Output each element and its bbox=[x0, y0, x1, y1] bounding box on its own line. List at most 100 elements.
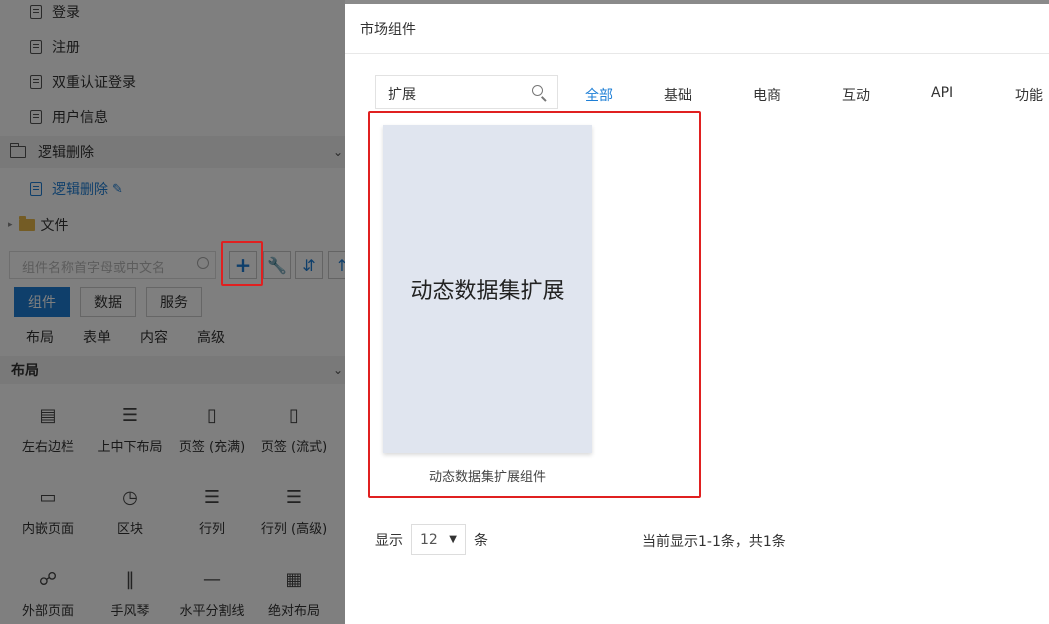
sort-button[interactable]: ⇵ bbox=[295, 251, 323, 279]
component-embed-page[interactable]: ▭ 内嵌页面 bbox=[7, 484, 89, 538]
market-components-dialog: 市场组件 扩展 全部 基础 电商 互动 API 功能 动态数据集扩展 动态数据集… bbox=[345, 4, 1049, 624]
add-button-highlight bbox=[221, 241, 263, 286]
chevron-down-icon[interactable]: ⌄ bbox=[333, 363, 343, 377]
block-icon: ◷ bbox=[122, 486, 138, 508]
component-tab-flow[interactable]: ▯ 页签 (流式) bbox=[253, 402, 335, 456]
tree-item-label: 注册 bbox=[52, 40, 80, 56]
wrench-button[interactable]: 🔧 bbox=[263, 251, 291, 279]
dialog-title: 市场组件 bbox=[360, 21, 416, 38]
tab-services[interactable]: 服务 bbox=[146, 287, 202, 317]
subtab-content[interactable]: 内容 bbox=[140, 327, 168, 347]
group-label: 逻辑删除 bbox=[38, 145, 94, 161]
stack-layout-icon: ☰ bbox=[121, 404, 139, 426]
category-api[interactable]: API bbox=[931, 85, 953, 101]
category-ecommerce[interactable]: 电商 bbox=[753, 85, 781, 105]
component-rows[interactable]: ☰ 行列 bbox=[171, 484, 253, 538]
component-label: 上中下布局 bbox=[97, 440, 163, 455]
caret-right-icon[interactable]: ▸ bbox=[8, 220, 13, 230]
page-size-value: 12 bbox=[420, 531, 438, 548]
tree-item-label: 登录 bbox=[52, 5, 80, 21]
wrench-icon: 🔧 bbox=[267, 255, 287, 275]
category-interaction[interactable]: 互动 bbox=[842, 85, 870, 105]
arrow-up-icon: ↑ bbox=[335, 255, 345, 275]
tab-data[interactable]: 数据 bbox=[80, 287, 136, 317]
tree-item-label: 双重认证登录 bbox=[52, 75, 136, 91]
subtab-layout[interactable]: 布局 bbox=[26, 327, 54, 347]
pagination: 显示 12 ▼ 条 bbox=[375, 524, 488, 555]
component-left-right-sidebar[interactable]: ▤ 左右边栏 bbox=[7, 402, 89, 456]
page-size-label: 显示 bbox=[375, 532, 403, 549]
component-sidebar: 登录 注册 双重认证登录 用户信息 逻辑删除 ⌄ 逻辑删除 ✎ ▸ 文件 组件名… bbox=[0, 0, 345, 624]
rows-advanced-icon: ☰ bbox=[285, 486, 303, 508]
sort-icon: ⇵ bbox=[302, 255, 316, 275]
component-rows-advanced[interactable]: ☰ 行列 (高级) bbox=[253, 484, 335, 538]
component-label: 行列 (高级) bbox=[260, 522, 328, 537]
component-search-input[interactable]: 组件名称首字母或中文名 bbox=[9, 251, 216, 279]
market-search-input[interactable]: 扩展 bbox=[375, 75, 558, 109]
component-label: 行列 bbox=[198, 522, 225, 537]
chevron-down-icon[interactable]: ⌄ bbox=[333, 145, 343, 159]
grid-icon: ▦ bbox=[285, 568, 303, 590]
component-label: 内嵌页面 bbox=[21, 522, 74, 537]
folder-icon bbox=[18, 216, 35, 231]
component-stack-layout[interactable]: ☰ 上中下布局 bbox=[89, 402, 171, 456]
folder-label: 文件 bbox=[40, 218, 69, 234]
accordion-icon: ‖ bbox=[125, 568, 135, 590]
tree-item-login[interactable]: 登录 bbox=[30, 1, 80, 23]
tree-item-label: 逻辑删除 bbox=[52, 182, 108, 198]
component-label: 手风琴 bbox=[110, 604, 150, 619]
page-icon bbox=[30, 110, 42, 124]
divider-icon: — bbox=[203, 568, 221, 590]
tree-item-user-info[interactable]: 用户信息 bbox=[30, 106, 108, 128]
tab-flow-icon: ▯ bbox=[289, 404, 299, 426]
sidebar-layout-icon: ▤ bbox=[39, 404, 57, 426]
globe-icon: ☍ bbox=[38, 568, 58, 590]
page-icon bbox=[30, 182, 42, 196]
folder-icon bbox=[10, 143, 26, 158]
tab-components[interactable]: 组件 bbox=[14, 287, 70, 317]
search-icon[interactable] bbox=[532, 85, 543, 96]
component-external-page[interactable]: ☍ 外部页面 bbox=[7, 566, 89, 620]
tree-item-2fa-login[interactable]: 双重认证登录 bbox=[30, 71, 136, 93]
search-placeholder: 组件名称首字母或中文名 bbox=[22, 261, 166, 276]
tree-item-label: 用户信息 bbox=[52, 110, 108, 126]
sub-tabs: 布局 表单 内容 高级 bbox=[26, 327, 225, 347]
category-basic[interactable]: 基础 bbox=[664, 85, 692, 105]
folder-files[interactable]: ▸ 文件 bbox=[8, 214, 69, 236]
component-block[interactable]: ◷ 区块 bbox=[89, 484, 171, 538]
category-function[interactable]: 功能 bbox=[1015, 85, 1043, 105]
component-label: 左右边栏 bbox=[21, 440, 74, 455]
page-size-select[interactable]: 12 ▼ bbox=[411, 524, 466, 555]
page-icon bbox=[30, 5, 42, 19]
page-summary: 当前显示1-1条，共1条 bbox=[642, 534, 786, 550]
tree-item-logical-delete[interactable]: 逻辑删除 ✎ bbox=[30, 178, 123, 200]
component-card[interactable]: 动态数据集扩展 bbox=[383, 125, 592, 453]
component-label: 水平分割线 bbox=[179, 604, 245, 619]
embed-page-icon: ▭ bbox=[39, 486, 57, 508]
component-label: 区块 bbox=[116, 522, 143, 537]
section-layout[interactable]: 布局 ⌄ bbox=[0, 356, 345, 384]
category-all[interactable]: 全部 bbox=[585, 85, 613, 105]
component-label: 绝对布局 bbox=[267, 604, 320, 619]
card-title: 动态数据集扩展 bbox=[410, 279, 565, 304]
sidebar-tabs: 组件 数据 服务 bbox=[14, 287, 202, 317]
rows-icon: ☰ bbox=[203, 486, 221, 508]
search-icon bbox=[197, 257, 209, 269]
component-label: 外部页面 bbox=[21, 604, 74, 619]
component-absolute-layout[interactable]: ▦ 绝对布局 bbox=[253, 566, 335, 620]
subtab-form[interactable]: 表单 bbox=[83, 327, 111, 347]
edit-pencil-icon[interactable]: ✎ bbox=[112, 182, 123, 197]
component-divider[interactable]: — 水平分割线 bbox=[171, 566, 253, 620]
component-tab-fill[interactable]: ▯ 页签 (充满) bbox=[171, 402, 253, 456]
tree-item-register[interactable]: 注册 bbox=[30, 36, 80, 58]
page-icon bbox=[30, 75, 42, 89]
dialog-header: 市场组件 bbox=[345, 4, 1049, 54]
page-icon bbox=[30, 40, 42, 54]
tab-fill-icon: ▯ bbox=[207, 404, 217, 426]
group-logical-delete[interactable]: 逻辑删除 ⌄ bbox=[0, 136, 345, 168]
component-accordion[interactable]: ‖ 手风琴 bbox=[89, 566, 171, 620]
subtab-advanced[interactable]: 高级 bbox=[197, 327, 225, 347]
upload-button[interactable]: ↑ bbox=[328, 251, 345, 279]
chevron-down-icon: ▼ bbox=[449, 534, 457, 545]
card-caption: 动态数据集扩展组件 bbox=[428, 470, 546, 485]
